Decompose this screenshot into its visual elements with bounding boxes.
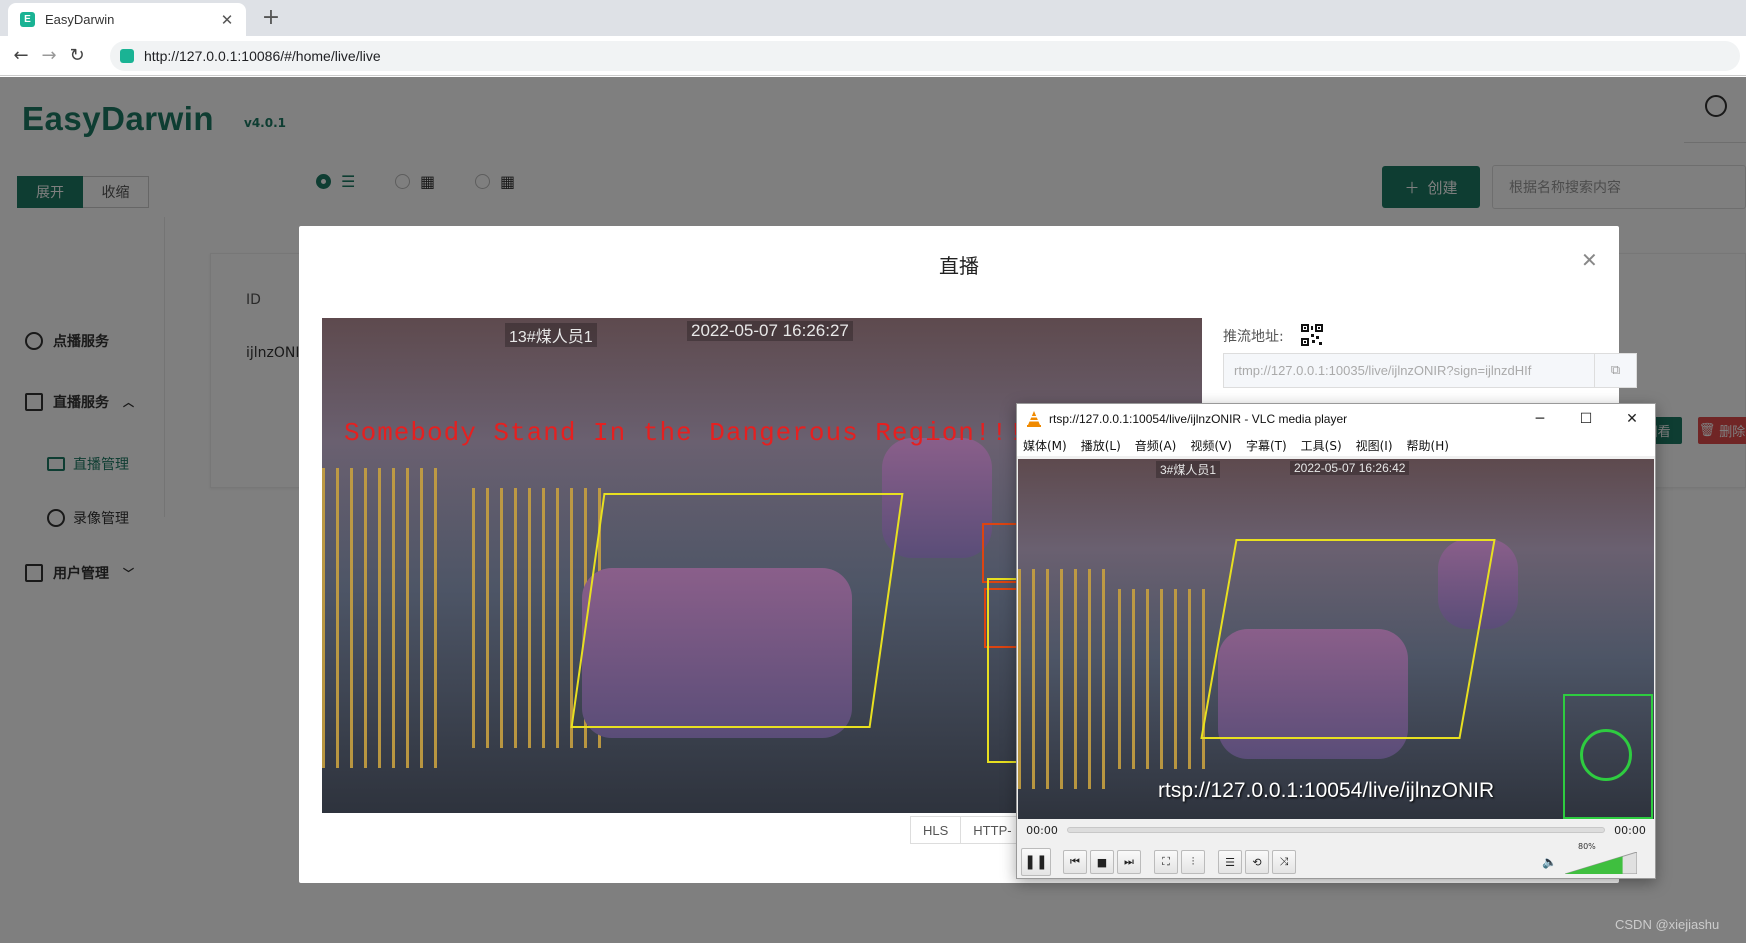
target-icon [1580,729,1632,781]
vlc-osd-url: rtsp://127.0.0.1:10054/live/ijlnzONIR [1158,779,1495,802]
browser-tabbar: E EasyDarwin ✕ + [0,0,1746,36]
osd-timestamp: 2022-05-07 16:26:27 [687,321,853,341]
stream-url-label: 推流地址: [1223,329,1284,345]
browser-toolbar: ← → ↻ http://127.0.0.1:10086/#/home/live… [0,36,1746,76]
osd-camera-name: 3#煤人员1 [1156,461,1221,478]
stream-url-field[interactable]: rtmp://127.0.0.1:10035/live/ijlnzONIR?si… [1223,353,1595,388]
menu-video[interactable]: 视频(V) [1190,437,1232,454]
back-icon[interactable]: ← [8,43,34,69]
speaker-icon[interactable]: 🔈 [1542,855,1557,869]
volume-slider[interactable] [1565,852,1637,874]
vlc-controls: ❚❚ ⏮ ■ ⏭ ⛶ ⫶ ☰ ⟲ ⤨ [1017,846,1655,878]
playlist-icon[interactable]: ☰ [1218,850,1242,874]
address-bar[interactable]: http://127.0.0.1:10086/#/home/live/live [110,41,1740,71]
volume-percent: 80% [1578,842,1596,851]
fullscreen-icon[interactable]: ⛶ [1154,850,1178,874]
qrcode-icon[interactable] [1301,324,1323,346]
url-text[interactable]: http://127.0.0.1:10086/#/home/live/live [144,48,381,64]
vlc-video-area[interactable]: 3#煤人员1 2022-05-07 16:26:42 rtsp://127.0.… [1018,459,1654,819]
time-elapsed: 00:00 [1026,823,1058,837]
browser-tab[interactable]: E EasyDarwin ✕ [8,3,246,36]
stop-icon[interactable]: ■ [1090,850,1114,874]
close-tab-icon[interactable]: ✕ [218,11,236,29]
protocol-tabs: HLS HTTP- [910,816,1025,844]
previous-icon[interactable]: ⏮ [1063,850,1087,874]
close-icon[interactable]: ✕ [1609,411,1655,427]
next-icon[interactable]: ⏭ [1117,850,1141,874]
menu-media[interactable]: 媒体(M) [1023,437,1067,454]
new-tab-icon[interactable]: + [258,5,284,30]
extended-settings-icon[interactable]: ⫶ [1181,850,1205,874]
menu-help[interactable]: 帮助(H) [1407,437,1449,454]
vlc-menubar: 媒体(M) 播放(L) 音频(A) 视频(V) 字幕(T) 工具(S) 视图(I… [1017,434,1655,456]
forward-icon[interactable]: → [36,43,62,69]
maximize-icon[interactable]: ☐ [1563,411,1609,427]
danger-region-outline [987,578,1017,763]
time-total: 00:00 [1614,823,1646,837]
osd-camera-name: 13#煤人员1 [505,323,597,347]
fence-shape [322,468,442,768]
tab-hls[interactable]: HLS [910,816,962,844]
watermark: CSDN @xiejiashu [1615,917,1720,932]
menu-view[interactable]: 视图(I) [1356,437,1393,454]
tab-title: EasyDarwin [45,12,115,27]
menu-tools[interactable]: 工具(S) [1301,437,1342,454]
seek-slider[interactable] [1067,827,1605,833]
menu-subtitle[interactable]: 字幕(T) [1246,437,1287,454]
fence-shape [1018,569,1108,789]
pause-button[interactable]: ❚❚ [1021,848,1051,876]
minimize-icon[interactable]: ─ [1517,411,1563,427]
close-icon[interactable]: ✕ [1581,248,1598,272]
site-icon [120,49,134,63]
vlc-cone-icon [1027,411,1041,427]
modal-title: 直播 [939,254,979,278]
danger-region-outline [570,493,904,728]
reload-icon[interactable]: ↻ [64,43,90,69]
menu-audio[interactable]: 音频(A) [1135,437,1177,454]
danger-warning-text: Somebody Stand In the Dangerous Region!!… [344,418,1025,448]
vlc-seek-row: 00:00 00:00 [1017,821,1655,839]
favicon-icon: E [20,12,35,27]
fence-shape [1118,589,1208,769]
osd-timestamp: 2022-05-07 16:26:42 [1290,461,1410,475]
vlc-titlebar[interactable]: rtsp://127.0.0.1:10054/live/ijlnzONIR - … [1017,404,1655,434]
loop-icon[interactable]: ⟲ [1245,850,1269,874]
shuffle-icon[interactable]: ⤨ [1272,850,1296,874]
menu-playback[interactable]: 播放(L) [1081,437,1121,454]
copy-icon[interactable]: ⧉ [1595,353,1637,388]
vlc-window: rtsp://127.0.0.1:10054/live/ijlnzONIR - … [1016,403,1656,879]
vlc-title: rtsp://127.0.0.1:10054/live/ijlnzONIR - … [1049,412,1348,426]
danger-region-outline [1200,539,1496,739]
